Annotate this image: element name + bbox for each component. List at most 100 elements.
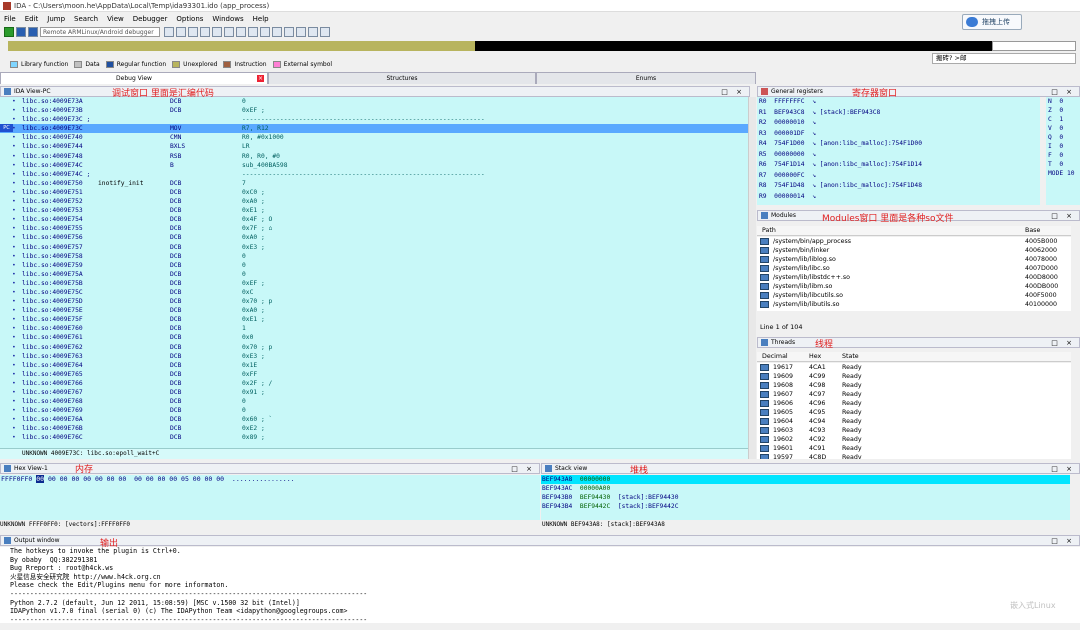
- menu-jump[interactable]: Jump: [47, 15, 65, 23]
- register-row[interactable]: R2 00000010 ↘: [757, 118, 1040, 129]
- disasm-line[interactable]: • libc.so:4009E761 DCB 0x0: [0, 333, 748, 342]
- disasm-line[interactable]: • libc.so:4009E757 DCB 0xE3 ;: [0, 243, 748, 252]
- disasm-line[interactable]: • libc.so:4009E766 DCB 0x2F ; /: [0, 379, 748, 388]
- disasm-line[interactable]: • libc.so:4009E744 BXLS LR: [0, 142, 748, 151]
- disasm-line[interactable]: • libc.so:4009E765 DCB 0xFF: [0, 370, 748, 379]
- breakpoint-dot[interactable]: •: [12, 106, 16, 115]
- disasm-line[interactable]: • libc.so:4009E769 DCB 0: [0, 406, 748, 415]
- disasm-line[interactable]: • libc.so:4009E75B DCB 0xEF ;: [0, 279, 748, 288]
- breakpoint-dot[interactable]: •: [12, 243, 16, 252]
- disasm-label[interactable]: inotify_init: [98, 179, 144, 188]
- tracing-icon[interactable]: [248, 27, 258, 37]
- breakpoint-dot[interactable]: •: [12, 206, 16, 215]
- menu-options[interactable]: Options: [176, 15, 203, 23]
- hex-view[interactable]: FFFF0FF0 00 00 00 00 00 00 00 00 00 00 0…: [0, 475, 540, 520]
- pause-icon[interactable]: [16, 27, 26, 37]
- modules-icon[interactable]: [308, 27, 318, 37]
- window-controls[interactable]: □ ×: [721, 88, 745, 96]
- step-out-icon[interactable]: [224, 27, 234, 37]
- hex-selected-byte[interactable]: 00: [36, 475, 45, 483]
- disasm-line[interactable]: • libc.so:4009E751 DCB 0xC0 ;: [0, 188, 748, 197]
- step-over-icon[interactable]: [200, 27, 210, 37]
- disasm-line[interactable]: • libc.so:4009E764 DCB 0x1E: [0, 361, 748, 370]
- table-row[interactable]: 19608 4C98 Ready: [757, 381, 1071, 390]
- disasm-line[interactable]: • libc.so:4009E753 DCB 0xE1 ;: [0, 206, 748, 215]
- register-row[interactable]: R7 000000FC ↘: [757, 171, 1040, 182]
- register-row[interactable]: R8 754F1D48 ↘ [anon:libc_malloc]:754F1D4…: [757, 181, 1040, 192]
- disasm-line[interactable]: • libc.so:4009E75A DCB 0: [0, 270, 748, 279]
- tab-structures[interactable]: Structures: [268, 72, 536, 84]
- breakpoint-dot[interactable]: •: [12, 97, 16, 106]
- stack-row[interactable]: BEF943B4 BEF9442C [stack]:BEF9442C: [541, 502, 1070, 511]
- menu-edit[interactable]: Edit: [25, 15, 39, 23]
- tab-enums[interactable]: Enums: [536, 72, 756, 84]
- breakpoint-dot[interactable]: •: [12, 288, 16, 297]
- disasm-line[interactable]: • libc.so:4009E76B DCB 0xE2 ;: [0, 424, 748, 433]
- window-controls[interactable]: □ ×: [1051, 212, 1075, 220]
- breakpoint-dot[interactable]: •: [12, 397, 16, 406]
- breakpoint-dot[interactable]: •: [12, 279, 16, 288]
- tab-debug-view[interactable]: Debug View ×: [0, 72, 268, 84]
- breakpoint-dot[interactable]: •: [12, 424, 16, 433]
- attach-icon[interactable]: [164, 27, 174, 37]
- breakpoint-dot[interactable]: •: [12, 270, 16, 279]
- disasm-line[interactable]: • libc.so:4009E754 DCB 0x4F ; O: [0, 215, 748, 224]
- col-decimal[interactable]: Decimal: [762, 352, 788, 362]
- breakpoint-dot[interactable]: •: [12, 188, 16, 197]
- table-row[interactable]: 19605 4C95 Ready: [757, 408, 1071, 417]
- menu-help[interactable]: Help: [253, 15, 269, 23]
- disasm-line[interactable]: • libc.so:4009E750 inotify_init DCB 7: [0, 179, 748, 188]
- navigation-band[interactable]: [8, 41, 1008, 51]
- menu-windows[interactable]: Windows: [212, 15, 243, 23]
- trace-step-icon[interactable]: [260, 27, 270, 37]
- table-row[interactable]: 19604 4C94 Ready: [757, 417, 1071, 426]
- breakpoint-dot[interactable]: •: [12, 379, 16, 388]
- table-row[interactable]: 19609 4C99 Ready: [757, 372, 1071, 381]
- disasm-line[interactable]: • libc.so:4009E740 CMN R0, #0x1000: [0, 133, 748, 142]
- col-path[interactable]: Path: [762, 226, 776, 236]
- table-row[interactable]: 19606 4C96 Ready: [757, 399, 1071, 408]
- disasm-line[interactable]: • libc.so:4009E75F DCB 0xE1 ;: [0, 315, 748, 324]
- table-row[interactable]: /system/lib/liblog.so 40078000: [757, 255, 1071, 264]
- output-window[interactable]: The hotkeys to invoke the plugin is Ctrl…: [0, 547, 1080, 623]
- table-row[interactable]: /system/lib/libutils.so 40100000: [757, 300, 1071, 309]
- breakpoint-dot[interactable]: •: [12, 306, 16, 315]
- disassembly-listing[interactable]: • libc.so:4009E73A DCB 0 • libc.so:4009E73B DC…: [0, 97, 748, 448]
- window-controls[interactable]: □ ×: [1051, 339, 1075, 347]
- breakpoint-dot[interactable]: •: [12, 343, 16, 352]
- disasm-scrollbar[interactable]: [748, 97, 756, 459]
- table-row[interactable]: /system/lib/libc.so 4007D000: [757, 264, 1071, 273]
- breakpoint-dot[interactable]: •: [12, 224, 16, 233]
- breakpoint-dot[interactable]: •: [12, 142, 16, 151]
- window-controls[interactable]: □ ×: [511, 465, 535, 473]
- address-combo[interactable]: [992, 41, 1076, 51]
- table-row[interactable]: 19601 4C91 Ready: [757, 444, 1071, 453]
- disasm-line[interactable]: • libc.so:4009E767 DCB 0x91 ;: [0, 388, 748, 397]
- breakpoint-dot[interactable]: •: [12, 197, 16, 206]
- register-row[interactable]: R9 00000014 ↘: [757, 192, 1040, 203]
- breakpoint-dot[interactable]: •: [12, 433, 16, 442]
- table-row[interactable]: 19617 4CA1 Ready: [757, 363, 1071, 372]
- breakpoint-dot[interactable]: •: [12, 179, 16, 188]
- breakpoint-dot[interactable]: •: [12, 415, 16, 424]
- menu-view[interactable]: View: [107, 15, 124, 23]
- breakpoint-dot[interactable]: •: [12, 370, 16, 379]
- col-base[interactable]: Base: [1025, 226, 1040, 236]
- table-row[interactable]: 19602 4C92 Ready: [757, 435, 1071, 444]
- disasm-line[interactable]: • libc.so:4009E756 DCB 0xA0 ;: [0, 233, 748, 242]
- disasm-line[interactable]: • libc.so:4009E762 DCB 0x70 ; p: [0, 343, 748, 352]
- stop-icon[interactable]: [28, 27, 38, 37]
- breakpoint-icon[interactable]: [236, 27, 246, 37]
- disasm-line[interactable]: • libc.so:4009E760 DCB 1: [0, 324, 748, 333]
- breakpoint-dot[interactable]: •: [12, 315, 16, 324]
- disasm-line[interactable]: • libc.so:4009E755 DCB 0x7F ; ⌂: [0, 224, 748, 233]
- table-row[interactable]: /system/lib/libstdc++.so 400D8000: [757, 273, 1071, 282]
- step-into-icon[interactable]: [188, 27, 198, 37]
- register-row[interactable]: R0 FFFFFFFC ↘: [757, 97, 1040, 108]
- stack-row[interactable]: BEF943AC 00000A00: [541, 484, 1070, 493]
- modules-table[interactable]: /system/bin/app_process 4005B000/system/b…: [757, 237, 1071, 311]
- stack-row[interactable]: BEF943A8 00000000: [541, 475, 1070, 484]
- menu-debugger[interactable]: Debugger: [133, 15, 168, 23]
- breakpoint-dot[interactable]: •: [12, 133, 16, 142]
- register-row[interactable]: R4 754F1D00 ↘ [anon:libc_malloc]:754F1D0…: [757, 139, 1040, 150]
